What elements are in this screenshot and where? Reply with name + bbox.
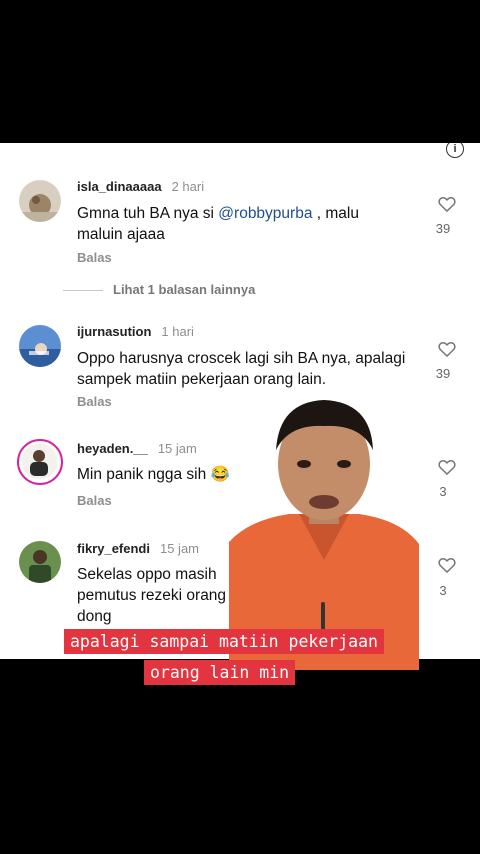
avatar[interactable] — [19, 180, 61, 222]
comment-time: 15 jam — [159, 541, 200, 556]
comment-time: 15 jam — [157, 441, 197, 456]
caption-line-2: orang lain min — [144, 660, 296, 685]
like-count: 39 — [435, 221, 451, 236]
mention-link[interactable]: @robbypurba — [218, 205, 312, 222]
reply-button[interactable]: Balas — [77, 394, 112, 409]
comment-time: 2 hari — [171, 179, 205, 194]
heart-icon[interactable] — [437, 194, 457, 214]
comment-time: 1 hari — [161, 324, 194, 339]
info-icon[interactable]: i — [446, 143, 464, 158]
heart-icon[interactable] — [437, 457, 457, 477]
like-count: 3 — [439, 484, 447, 499]
comment-text: Oppo harusnya croscek lagi sih BA nya, a… — [77, 350, 406, 388]
caption-line-1: apalagi sampai matiin pekerjaan — [64, 629, 384, 654]
like-count: 3 — [439, 583, 447, 598]
username[interactable]: heyaden.__ — [77, 441, 148, 456]
heart-icon[interactable] — [437, 555, 457, 575]
view-more-replies[interactable]: Lihat 1 balasan lainnya — [63, 282, 255, 297]
like-count: 39 — [435, 366, 451, 381]
comment-text: Gmna tuh BA nya si @robbypurba , malu ma… — [77, 205, 359, 243]
reply-button[interactable]: Balas — [77, 250, 112, 265]
avatar[interactable] — [19, 541, 61, 583]
comment-text: Sekelas oppo masih pemutus rezeki orang … — [77, 566, 227, 625]
divider — [63, 290, 103, 292]
username[interactable]: isla_dinaaaaa — [77, 179, 162, 194]
username[interactable]: ijurnasution — [77, 324, 151, 339]
avatar-story-ring[interactable] — [17, 439, 63, 485]
avatar[interactable] — [19, 325, 61, 367]
username[interactable]: fikry_efendi — [77, 541, 150, 556]
reply-button[interactable]: Balas — [77, 493, 112, 508]
heart-icon[interactable] — [437, 339, 457, 359]
